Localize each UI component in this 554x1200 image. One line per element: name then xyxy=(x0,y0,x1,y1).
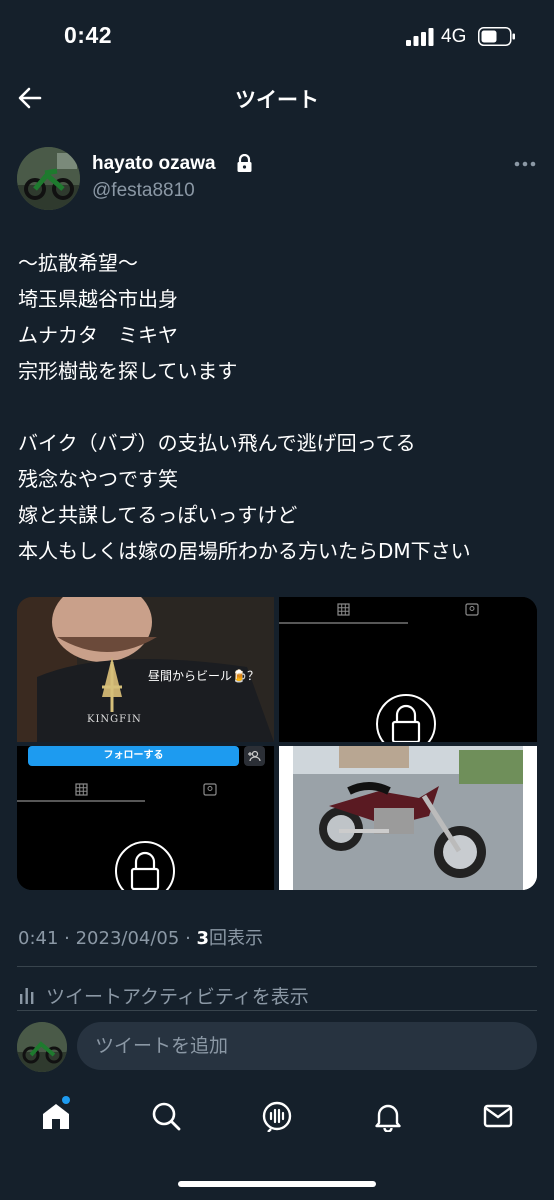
tweet-line xyxy=(18,389,548,425)
divider xyxy=(17,966,537,967)
signal-icon xyxy=(406,28,434,46)
notifications-icon[interactable] xyxy=(372,1100,404,1132)
tweet-meta: 0:41 · 2023/04/05 · 3回表示 xyxy=(18,928,264,949)
tweet-date: 2023/04/05 xyxy=(75,928,180,949)
analytics-icon xyxy=(20,988,34,1004)
tweet-line: 〜拡散希望〜 xyxy=(18,251,138,275)
tweet-line: 残念なやつです笑 xyxy=(18,467,178,491)
messages-icon[interactable] xyxy=(482,1100,514,1132)
page-title: ツイート xyxy=(235,88,319,112)
network-label: 4G xyxy=(441,26,467,47)
tweet-line: 宗形樹哉を探しています xyxy=(18,359,238,383)
spaces-icon[interactable] xyxy=(261,1100,293,1132)
search-icon[interactable] xyxy=(150,1100,182,1132)
tweet-time: 0:41 xyxy=(18,928,59,949)
tweet-line: バイク（バブ）の支払い飛んで逃げ回ってる xyxy=(18,431,416,455)
tweet-line: ムナカタ ミキヤ xyxy=(18,323,178,347)
tweet-activity-link[interactable]: ツイートアクティビティを表示 xyxy=(46,982,309,1009)
status-time: 0:42 xyxy=(64,22,113,48)
media-photo-3[interactable]: フォローする xyxy=(17,746,274,890)
tweet-line: 本人もしくは嫁の居場所わかる方いたらDM下さい xyxy=(18,539,471,563)
reply-input[interactable] xyxy=(77,1022,537,1070)
media-photo-2[interactable] xyxy=(279,597,537,742)
author-handle[interactable]: @festa8810 xyxy=(92,180,195,202)
notification-dot xyxy=(62,1096,70,1104)
media-photo-1[interactable]: 昼間からビール🍺？ KINGFIN xyxy=(17,597,274,742)
author-name[interactable]: hayato ozawa xyxy=(92,153,216,175)
divider xyxy=(17,1010,537,1011)
follow-button: フォローする xyxy=(28,746,239,766)
tweet-text: 〜拡散希望〜埼玉県越谷市出身 ムナカタ ミキヤ宗形樹哉を探しています バイク（バブ… xyxy=(18,245,548,569)
add-user-icon xyxy=(244,746,265,766)
photo-caption-overlay: 昼間からビール🍺？ xyxy=(148,669,259,683)
tweet-line: 埼玉県越谷市出身 xyxy=(18,287,178,311)
home-indicator xyxy=(178,1181,376,1187)
photo-brand-text: KINGFIN xyxy=(87,714,142,725)
media-photo-4[interactable] xyxy=(279,746,537,890)
author-avatar[interactable] xyxy=(17,147,80,210)
user-avatar[interactable] xyxy=(17,1022,67,1072)
tweet-line: 嫁と共謀してるっぽいっすけど xyxy=(18,503,298,527)
views-label: 回表示 xyxy=(209,928,264,949)
home-icon[interactable] xyxy=(40,1100,72,1132)
battery-icon xyxy=(478,27,515,46)
media-grid: 昼間からビール🍺？ KINGFIN フォローする xyxy=(17,597,537,890)
views-count: 3 xyxy=(196,928,210,949)
more-options-icon[interactable] xyxy=(514,160,536,168)
lock-icon xyxy=(237,154,252,172)
